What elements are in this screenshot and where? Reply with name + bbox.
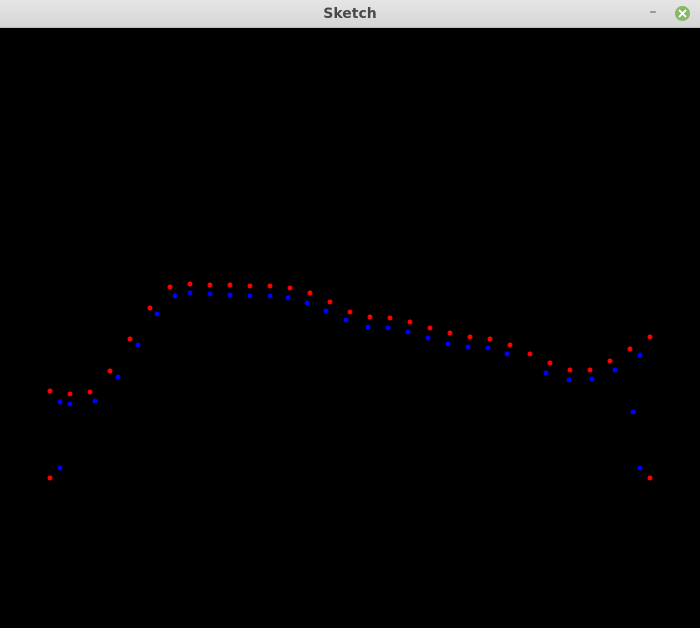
red-point <box>287 285 293 291</box>
red-point <box>527 351 533 357</box>
red-point <box>647 475 653 481</box>
red-point <box>647 334 653 340</box>
blue-point <box>637 465 643 471</box>
close-icon <box>678 9 687 18</box>
blue-point <box>504 351 510 357</box>
blue-point <box>323 308 329 314</box>
blue-point <box>637 352 643 358</box>
blue-point <box>485 345 491 351</box>
red-point <box>267 283 273 289</box>
red-point <box>427 325 433 331</box>
blue-point <box>465 344 471 350</box>
red-point <box>447 330 453 336</box>
minimize-button[interactable]: – <box>645 5 661 21</box>
red-point <box>467 334 473 340</box>
blue-point <box>612 367 618 373</box>
red-point <box>107 368 113 374</box>
red-point <box>567 367 573 373</box>
close-button[interactable] <box>675 6 690 21</box>
red-point <box>347 309 353 315</box>
red-point <box>87 389 93 395</box>
sketch-window: Sketch – <box>0 0 700 628</box>
red-point <box>387 315 393 321</box>
red-point <box>307 290 313 296</box>
red-point <box>627 346 633 352</box>
window-title: Sketch <box>323 6 377 22</box>
red-point <box>407 319 413 325</box>
blue-point <box>135 342 141 348</box>
blue-point <box>385 325 391 331</box>
blue-point <box>187 290 193 296</box>
sketch-canvas[interactable] <box>0 28 700 628</box>
blue-point <box>285 295 291 301</box>
red-point <box>67 391 73 397</box>
blue-point <box>57 399 63 405</box>
red-point <box>167 284 173 290</box>
red-point <box>327 299 333 305</box>
red-point <box>147 305 153 311</box>
red-point <box>227 282 233 288</box>
blue-point <box>115 374 121 380</box>
blue-point <box>365 324 371 330</box>
blue-point <box>267 293 273 299</box>
blue-point <box>425 335 431 341</box>
red-point <box>47 475 53 481</box>
blue-point <box>630 409 636 415</box>
blue-point <box>207 291 213 297</box>
blue-point <box>67 401 73 407</box>
blue-point <box>343 317 349 323</box>
blue-point <box>445 341 451 347</box>
red-point <box>487 336 493 342</box>
red-point <box>47 388 53 394</box>
red-point <box>127 336 133 342</box>
blue-point <box>589 376 595 382</box>
title-bar[interactable]: Sketch – <box>0 0 700 28</box>
blue-point <box>405 329 411 335</box>
red-point <box>587 367 593 373</box>
blue-point <box>543 370 549 376</box>
red-point <box>247 283 253 289</box>
red-point <box>607 358 613 364</box>
blue-point <box>304 300 310 306</box>
blue-point <box>154 311 160 317</box>
blue-point <box>566 377 572 383</box>
red-point <box>367 314 373 320</box>
blue-point <box>227 292 233 298</box>
red-point <box>207 282 213 288</box>
red-point <box>547 360 553 366</box>
blue-point <box>247 293 253 299</box>
blue-point <box>172 293 178 299</box>
red-point <box>507 342 513 348</box>
red-point <box>187 281 193 287</box>
sketch-drawing <box>47 281 653 481</box>
blue-point <box>57 465 63 471</box>
blue-point <box>92 398 98 404</box>
